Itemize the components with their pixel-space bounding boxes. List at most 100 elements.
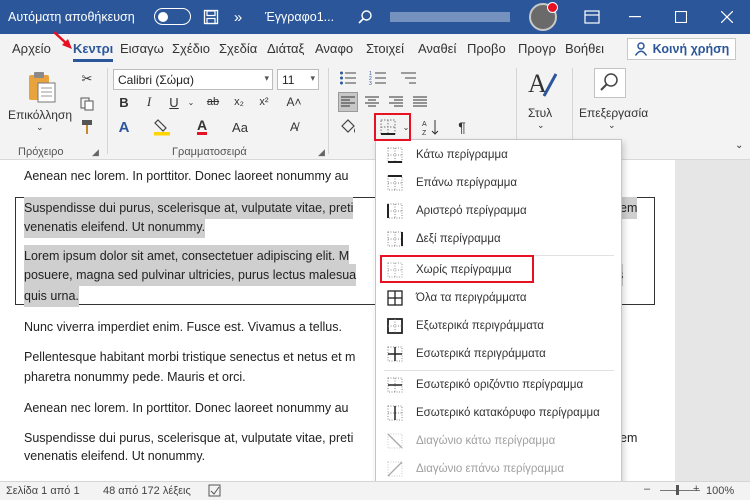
format-painter-icon[interactable] [77, 117, 97, 137]
borders-menu: Κάτω περίγραμμα Επάνω περίγραμμα Αριστερ… [375, 139, 622, 500]
shading-icon[interactable] [338, 117, 358, 137]
clipboard-launcher-icon[interactable]: ◢ [92, 147, 99, 158]
menu-item-left-border[interactable]: Αριστερό περίγραμμα [376, 198, 621, 226]
page-count[interactable]: Σελίδα 1 από 1 [6, 485, 80, 497]
selected-text-line: posuere, magna sed pulvinar ultricies, p… [24, 264, 357, 286]
inside-horizontal-border-icon [387, 377, 403, 393]
diagonal-up-border-icon [387, 461, 403, 477]
zoom-out-icon[interactable]: – [644, 483, 650, 495]
collapse-ribbon-icon[interactable]: ⌄ [735, 140, 743, 151]
paste-icon[interactable] [24, 70, 58, 104]
menu-item-inside-vertical-border[interactable]: Εσωτερικό κατακόρυφο περίγραμμα [376, 400, 621, 428]
bottom-border-icon [387, 147, 403, 163]
save-icon[interactable] [201, 7, 221, 27]
right-border-icon [387, 231, 403, 247]
proofing-icon[interactable] [208, 484, 222, 500]
tab-review[interactable]: Αναθεί [418, 41, 456, 56]
maximize-icon[interactable] [658, 0, 704, 34]
text-effects-icon[interactable]: A [114, 117, 134, 137]
ribbon-display-icon[interactable] [582, 7, 602, 27]
change-case-icon[interactable]: Aa [230, 117, 250, 137]
editing-label[interactable]: Επεξεργασία [579, 106, 648, 120]
justify-icon[interactable] [410, 92, 430, 112]
font-launcher-icon[interactable]: ◢ [318, 147, 325, 158]
bold-icon[interactable]: B [114, 92, 134, 112]
menu-item-top-border[interactable]: Επάνω περίγραμμα [376, 170, 621, 198]
tab-draw[interactable]: Σχέδιο [172, 41, 210, 56]
paragraph: Aenean nec lorem. In porttitor. Donec la… [24, 169, 349, 183]
strikethrough-icon[interactable]: ab [203, 92, 223, 112]
paragraph: pharetra nonummy pede. Mauris et orci. [24, 370, 246, 384]
autosave-toggle[interactable] [154, 8, 191, 25]
copy-icon[interactable] [77, 94, 97, 114]
styles-icon[interactable]: A [526, 68, 558, 100]
tab-layout[interactable]: Διάταξ [267, 41, 304, 56]
font-size-combo[interactable]: 11 ▾ [277, 69, 319, 90]
paste-label[interactable]: Επικόλληση [8, 108, 72, 122]
tab-insert[interactable]: Εισαγω [120, 41, 164, 56]
grow-font-icon[interactable]: A˄ [284, 92, 304, 112]
avatar[interactable] [529, 2, 558, 31]
title-bar: Αυτόματη αποθήκευση » Έγγραφο1... [0, 0, 750, 34]
menu-item-bottom-border[interactable]: Κάτω περίγραμμα [376, 142, 621, 170]
more-chevron-icon[interactable]: » [228, 7, 248, 27]
clear-formatting-icon[interactable]: A̸ [284, 117, 304, 137]
top-border-icon [387, 175, 403, 191]
paragraph: Nunc viverra imperdiet enim. Fusce est. … [24, 320, 342, 334]
menu-item-outside-borders[interactable]: Εξωτερικά περιγράμματα [376, 313, 621, 341]
chevron-down-icon[interactable]: ▾ [310, 73, 315, 84]
chevron-down-icon[interactable]: ⌄ [608, 120, 616, 131]
menu-item-inside-borders[interactable]: Εσωτερικά περιγράμματα [376, 341, 621, 369]
find-icon[interactable] [594, 68, 626, 98]
multilevel-list-icon[interactable] [398, 68, 418, 88]
search-icon[interactable] [355, 7, 375, 27]
tab-file[interactable]: Αρχείο [12, 41, 51, 56]
zoom-in-icon[interactable]: + [693, 483, 699, 495]
highlight-color-icon[interactable] [152, 117, 172, 137]
font-name-value: Calibri (Σώμα) [118, 73, 194, 87]
show-formatting-icon[interactable]: ¶ [452, 117, 472, 137]
subscript-icon[interactable]: x₂ [229, 92, 249, 112]
font-name-combo[interactable]: Calibri (Σώμα) ▾ [113, 69, 273, 90]
autosave-label: Αυτόματη αποθήκευση [8, 10, 135, 24]
close-icon[interactable] [704, 0, 750, 34]
menu-item-right-border[interactable]: Δεξί περίγραμμα [376, 226, 621, 254]
bullets-icon[interactable] [338, 68, 358, 88]
menu-item-label: Αριστερό περίγραμμα [416, 205, 527, 217]
chevron-down-icon[interactable]: ⌄ [537, 120, 545, 131]
paragraph: venenatis eleifend. Ut nonummy. [24, 449, 206, 463]
chevron-down-icon[interactable]: ▾ [264, 73, 269, 84]
paragraph-end: em [620, 431, 638, 445]
toggle-knob [158, 11, 168, 22]
zoom-slider-thumb[interactable] [676, 485, 679, 495]
sort-icon[interactable]: AZ [421, 117, 441, 137]
paste-dropdown-icon[interactable]: ⌄ [36, 122, 44, 133]
selected-text-line: quis urna. [24, 285, 79, 307]
tab-mailings[interactable]: Στοιχεί [366, 41, 404, 56]
styles-label[interactable]: Στυλ [528, 106, 552, 120]
word-count[interactable]: 48 από 172 λέξεις [103, 485, 191, 497]
align-right-icon[interactable] [386, 92, 406, 112]
tab-view[interactable]: Προβο [467, 41, 506, 56]
menu-item-label: Εξωτερικά περιγράμματα [416, 320, 544, 332]
underline-dropdown-icon[interactable]: ⌄ [181, 92, 201, 112]
menu-item-label: Κάτω περίγραμμα [416, 149, 508, 161]
numbering-icon[interactable]: 123 [368, 68, 388, 88]
tab-design[interactable]: Σχεδία [219, 41, 257, 56]
cut-icon[interactable]: ✂ [77, 69, 97, 89]
tab-home[interactable]: Κεντρι [73, 41, 114, 62]
svg-text:A: A [422, 121, 427, 128]
italic-icon[interactable]: I [139, 92, 159, 112]
profile-close-badge[interactable] [547, 2, 558, 13]
zoom-level[interactable]: 100% [706, 485, 734, 497]
menu-item-all-borders[interactable]: Όλα τα περιγράμματα [376, 285, 621, 313]
align-center-icon[interactable] [362, 92, 382, 112]
align-left-icon[interactable] [338, 92, 358, 112]
menu-item-inside-horizontal-border[interactable]: Εσωτερικό οριζόντιο περίγραμμα [376, 372, 621, 400]
minimize-icon[interactable] [612, 0, 658, 34]
font-color-icon[interactable]: A [192, 117, 212, 137]
tab-developer[interactable]: Προγρ [518, 41, 556, 56]
tab-help[interactable]: Βοήθει [565, 41, 604, 56]
tab-references[interactable]: Αναφο [315, 41, 353, 56]
share-button[interactable]: Κοινή χρήση [627, 38, 736, 60]
